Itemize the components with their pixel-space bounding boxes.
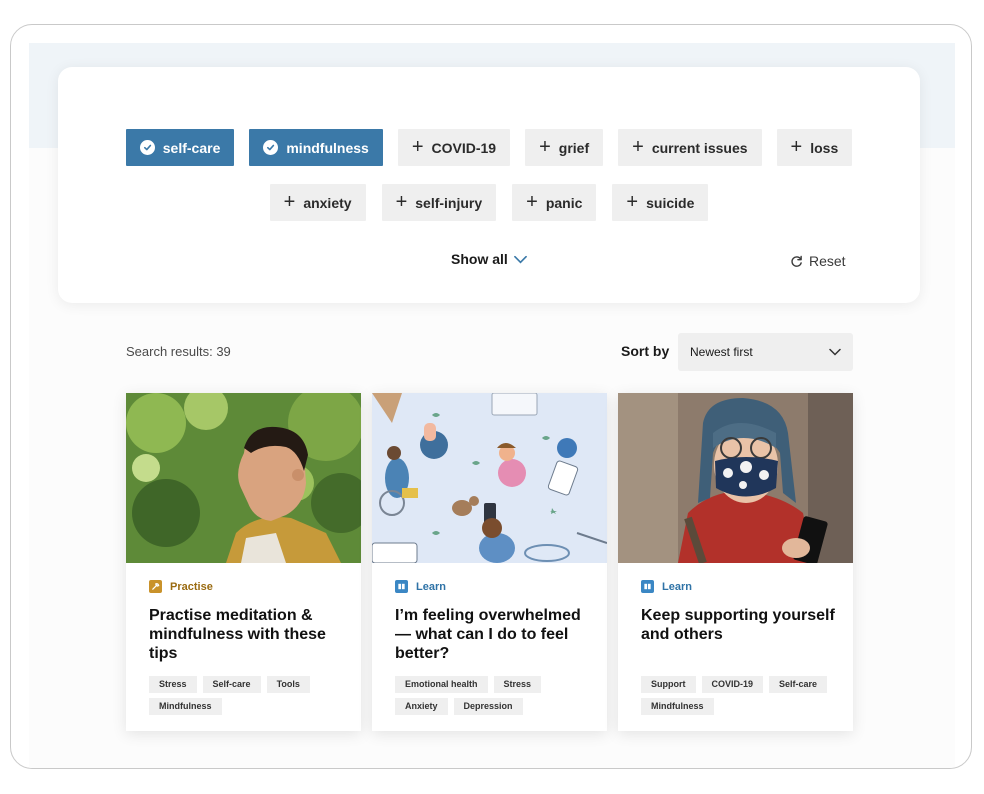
filter-chip-label: loss bbox=[810, 139, 839, 156]
filter-chip-mindfulness[interactable]: mindfulness bbox=[249, 129, 383, 166]
card-title[interactable]: Keep supporting yourself and others bbox=[641, 606, 841, 644]
chevron-down-icon bbox=[829, 348, 841, 356]
card-image-woman-with-mask bbox=[618, 393, 853, 563]
check-icon bbox=[263, 140, 279, 155]
filter-chip-label: mindfulness bbox=[286, 139, 369, 156]
card-type-label: Practise bbox=[170, 580, 213, 593]
tag[interactable]: Support bbox=[641, 676, 696, 693]
book-icon bbox=[395, 580, 408, 593]
filter-chip-current-issues[interactable]: + current issues bbox=[618, 129, 762, 166]
filter-chip-anxiety[interactable]: + anxiety bbox=[269, 184, 366, 221]
filter-chip-covid-19[interactable]: + COVID-19 bbox=[397, 129, 511, 166]
plus-icon: + bbox=[632, 135, 644, 158]
filter-chip-grief[interactable]: + grief bbox=[525, 129, 604, 166]
tag[interactable]: Mindfulness bbox=[149, 698, 222, 715]
filter-chip-label: panic bbox=[545, 194, 583, 211]
card-type-learn: Learn bbox=[395, 580, 446, 593]
refresh-icon bbox=[791, 255, 802, 267]
filter-chip-panic[interactable]: + panic bbox=[512, 184, 597, 221]
tag[interactable]: Emotional health bbox=[395, 676, 488, 693]
tag[interactable]: Self-care bbox=[202, 676, 261, 693]
article-card[interactable]: Learn I’m feeling overwhelmed — what can… bbox=[372, 393, 607, 731]
search-results-count: Search results: 39 bbox=[126, 344, 231, 359]
tag[interactable]: Stress bbox=[493, 676, 542, 693]
filter-chip-self-care[interactable]: self-care bbox=[125, 129, 235, 166]
tag[interactable]: COVID-19 bbox=[701, 676, 764, 693]
filter-chip-label: self-injury bbox=[415, 194, 483, 211]
sort-select[interactable]: Newest first bbox=[678, 333, 853, 371]
article-card[interactable]: Practise Practise meditation & mindfulne… bbox=[126, 393, 361, 731]
sort-label: Sort by bbox=[621, 343, 670, 359]
article-card[interactable]: Learn Keep supporting yourself and other… bbox=[618, 393, 853, 731]
filter-row-2: + anxiety + self-injury + panic + suicid… bbox=[58, 184, 920, 221]
show-all-label: Show all bbox=[451, 251, 508, 267]
plus-icon: + bbox=[626, 190, 639, 213]
filter-chip-label: current issues bbox=[651, 139, 748, 156]
filter-chip-label: suicide bbox=[646, 194, 695, 211]
card-type-label: Learn bbox=[662, 580, 692, 593]
plus-icon: + bbox=[411, 135, 424, 158]
filter-chip-label: anxiety bbox=[303, 194, 352, 211]
card-image-young-man-outdoors bbox=[126, 393, 361, 563]
card-image-people-illustration bbox=[372, 393, 607, 563]
tag[interactable]: Anxiety bbox=[395, 698, 448, 715]
reset-label: Reset bbox=[809, 253, 846, 269]
filter-chip-suicide[interactable]: + suicide bbox=[612, 184, 709, 221]
card-title[interactable]: Practise meditation & mindfulness with t… bbox=[149, 606, 349, 663]
card-type-practise: Practise bbox=[149, 580, 213, 593]
tag[interactable]: Tools bbox=[266, 676, 310, 693]
card-tags: Emotional health Stress Anxiety Depressi… bbox=[395, 676, 595, 715]
tag[interactable]: Self-care bbox=[769, 676, 828, 693]
tool-icon bbox=[149, 580, 162, 593]
tag[interactable]: Depression bbox=[453, 698, 523, 715]
sort-select-value: Newest first bbox=[690, 345, 753, 359]
card-type-learn: Learn bbox=[641, 580, 692, 593]
tag[interactable]: Stress bbox=[149, 676, 197, 693]
card-type-label: Learn bbox=[416, 580, 446, 593]
filter-chip-label: COVID-19 bbox=[431, 139, 497, 156]
filter-chip-label: self-care bbox=[162, 139, 221, 156]
card-tags: Stress Self-care Tools Mindfulness bbox=[149, 676, 349, 715]
plus-icon: + bbox=[526, 190, 538, 213]
card-tags: Support COVID-19 Self-care Mindfulness bbox=[641, 676, 841, 715]
plus-icon: + bbox=[790, 135, 803, 158]
filter-panel: self-care mindfulness + COVID-19 + grief… bbox=[58, 67, 920, 303]
filter-row-1: self-care mindfulness + COVID-19 + grief… bbox=[58, 129, 920, 166]
card-title[interactable]: I’m feeling overwhelmed — what can I do … bbox=[395, 606, 595, 663]
check-icon bbox=[139, 140, 155, 155]
plus-icon: + bbox=[539, 135, 551, 158]
filter-chip-label: grief bbox=[558, 139, 590, 156]
reset-button[interactable]: Reset bbox=[790, 253, 846, 269]
filter-chip-self-injury[interactable]: + self-injury bbox=[381, 184, 497, 221]
chevron-down-icon bbox=[513, 255, 527, 263]
plus-icon: + bbox=[283, 190, 296, 213]
filter-chip-loss[interactable]: + loss bbox=[776, 129, 853, 166]
browser-frame: self-care mindfulness + COVID-19 + grief… bbox=[10, 24, 972, 769]
tag[interactable]: Mindfulness bbox=[641, 698, 714, 715]
plus-icon: + bbox=[395, 190, 408, 213]
book-icon bbox=[641, 580, 654, 593]
show-all-button[interactable]: Show all bbox=[451, 251, 527, 267]
